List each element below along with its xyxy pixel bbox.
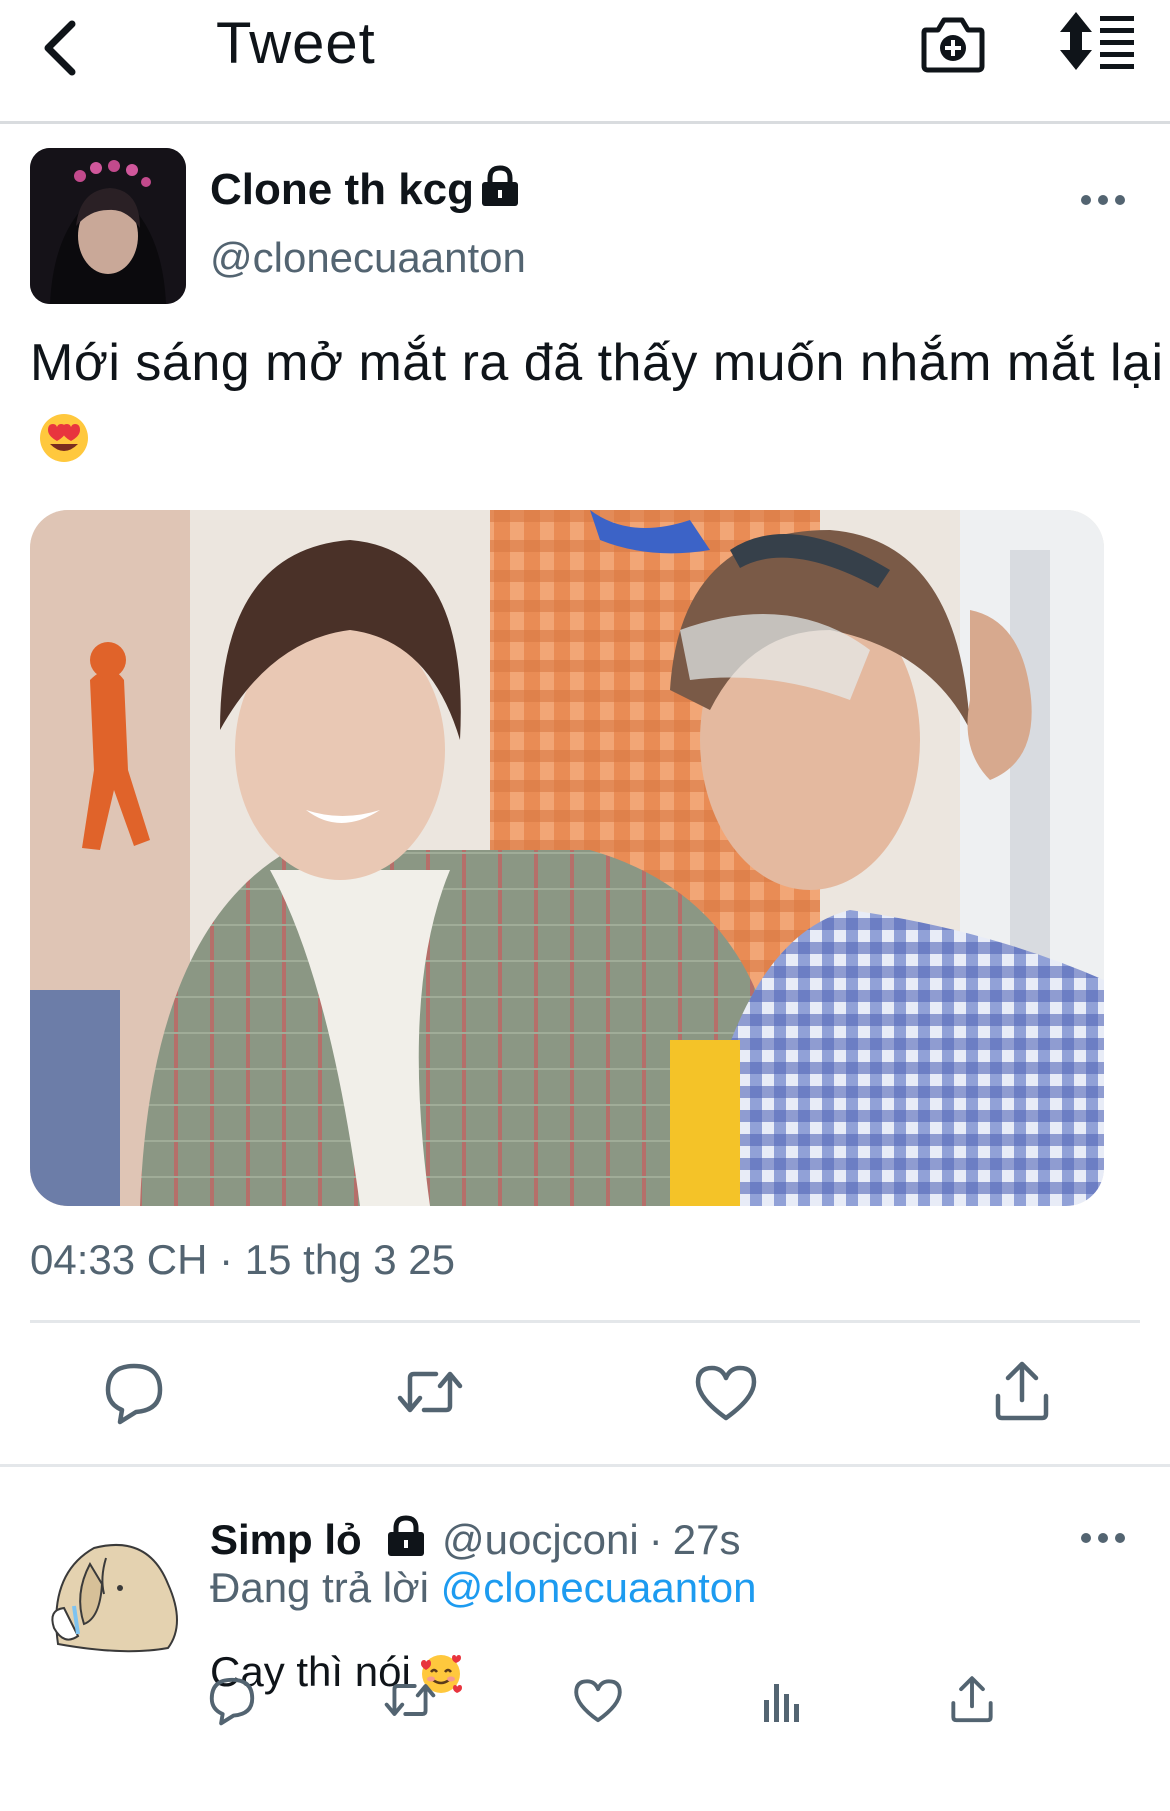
reply-icon <box>105 1363 163 1425</box>
page-title: Tweet <box>216 11 376 76</box>
replying-mention-link[interactable]: @clonecuaanton <box>441 1564 757 1611</box>
reply-like-button[interactable] <box>570 1672 626 1728</box>
reply-analytics-button[interactable] <box>756 1672 812 1728</box>
camera-add-button[interactable] <box>920 10 986 76</box>
like-icon <box>574 1679 622 1723</box>
sort-lines-icon <box>1060 12 1134 70</box>
like-button[interactable] <box>690 1356 762 1428</box>
lock-icon <box>384 1514 428 1558</box>
tweet-media-photo[interactable] <box>30 510 1104 1206</box>
reply-meta: @uocjconi · 27s <box>442 1514 740 1566</box>
tweet-text: Mới sáng mở mắt ra đã thấy muốn nhắm mắt… <box>30 326 1170 474</box>
retweet-button[interactable] <box>394 1356 466 1428</box>
tweet-timestamp: 04:33 CH · 15 thg 3 25 <box>30 1236 455 1283</box>
profile-photo <box>30 148 186 304</box>
reply-display-name[interactable]: Simp lỏ <box>210 1514 362 1566</box>
reply-avatar[interactable] <box>44 1524 184 1664</box>
back-button[interactable] <box>42 10 94 90</box>
back-arrow-icon <box>44 20 76 76</box>
share-button[interactable] <box>986 1356 1058 1428</box>
replying-to: Đang trả lời @clonecuaanton <box>210 1562 757 1614</box>
retweet-icon <box>384 1684 436 1716</box>
cartoon-dog-avatar <box>51 1544 178 1653</box>
heart-eyes-emoji <box>38 412 90 464</box>
camera-add-icon <box>921 17 985 73</box>
reply-time: 27s <box>672 1516 741 1563</box>
like-icon <box>695 1365 757 1421</box>
lock-icon <box>478 164 522 208</box>
sort-button[interactable] <box>1058 10 1136 72</box>
photo-image <box>30 510 1104 1206</box>
reply-more-options-button[interactable] <box>1076 1514 1130 1562</box>
reply-share-button[interactable] <box>944 1672 1000 1728</box>
ellipsis-icon <box>1081 195 1125 205</box>
share-icon <box>995 1361 1049 1421</box>
display-name[interactable]: Clone th kcg <box>210 164 474 216</box>
ellipsis-icon <box>1081 1533 1125 1543</box>
reply-button[interactable] <box>98 1356 170 1428</box>
reply-handle[interactable]: @uocjconi <box>442 1516 639 1563</box>
tweet-body: Mới sáng mở mắt ra đã thấy muốn nhắm mắt… <box>30 334 1164 392</box>
avatar[interactable] <box>30 148 186 304</box>
replying-prefix: Đang trả lời <box>210 1564 429 1611</box>
separator: · <box>648 1516 663 1563</box>
reply-retweet-button[interactable] <box>382 1672 438 1728</box>
reply-icon <box>209 1677 255 1726</box>
divider <box>0 1464 1170 1467</box>
more-options-button[interactable] <box>1076 176 1130 224</box>
analytics-icon <box>764 1684 799 1722</box>
retweet-icon <box>397 1371 463 1413</box>
reply-reply-button[interactable] <box>204 1672 260 1728</box>
divider <box>30 1320 1140 1323</box>
share-icon <box>951 1676 993 1723</box>
handle[interactable]: @clonecuaanton <box>210 232 526 284</box>
top-bar: Tweet <box>0 0 1170 124</box>
